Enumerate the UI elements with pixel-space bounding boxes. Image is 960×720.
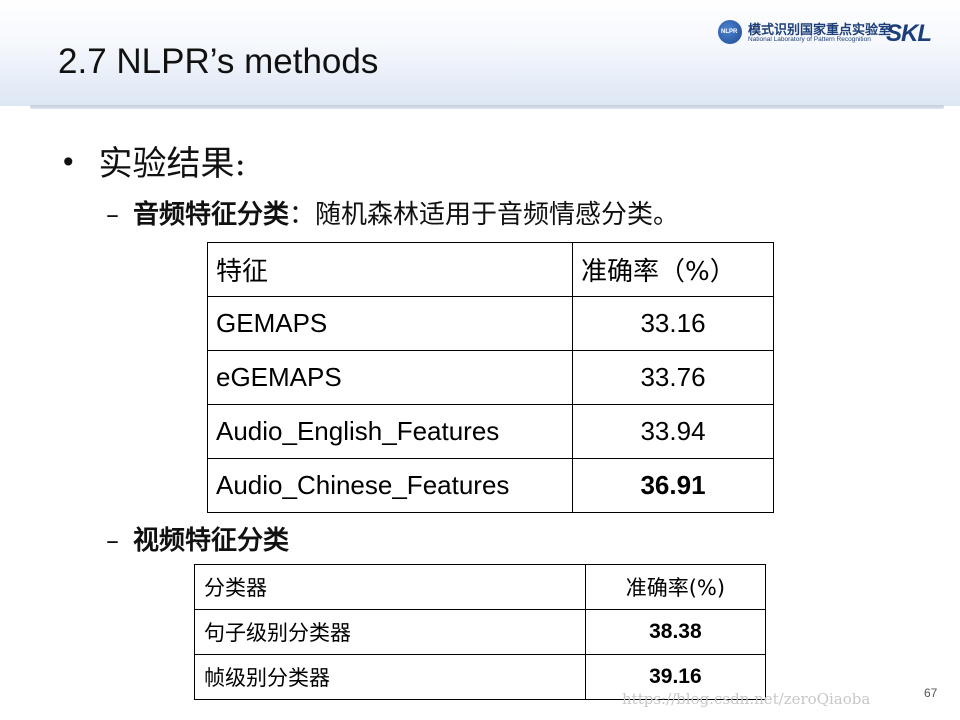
audio-results-table: 特征 准确率（%） GEMAPS 33.16 eGEMAPS 33.76 Aud… xyxy=(206,242,774,513)
logo-skl-mark: SKL xyxy=(886,20,932,47)
classifier-cell: 句子级别分类器 xyxy=(194,609,586,655)
logo-seal-icon: NLPR xyxy=(718,20,742,44)
dash-icon: – xyxy=(106,200,119,230)
table-row: eGEMAPS 33.76 xyxy=(206,350,774,405)
video-results-table: 分类器 准确率(%) 句子级别分类器 38.38 帧级别分类器 39.16 xyxy=(194,564,767,700)
table-header-row: 特征 准确率（%） xyxy=(206,242,774,297)
table-header-row: 分类器 准确率(%) xyxy=(194,564,767,610)
accuracy-cell: 33.94 xyxy=(572,404,774,459)
audio-subbullet: – 音频特征分类：随机森林适用于音频情感分类。 xyxy=(106,194,679,231)
audio-subbullet-rest: ：随机森林适用于音频情感分类。 xyxy=(289,200,680,230)
video-subbullet-bold: 视频特征分类 xyxy=(133,526,290,556)
accuracy-cell: 38.38 xyxy=(584,609,767,655)
logo-english-name: National Laboratory of Pattern Recogniti… xyxy=(748,36,871,43)
watermark: https://blog.csdn.net/zeroQiaoba xyxy=(622,690,871,708)
bullet-results-text: 实验结果: xyxy=(98,144,246,184)
classifier-cell: 帧级别分类器 xyxy=(194,654,586,700)
lab-logo: NLPR 模式识别国家重点实验室 National Laboratory of … xyxy=(718,18,948,48)
header-divider xyxy=(30,105,944,109)
feature-cell: GEMAPS xyxy=(206,296,574,351)
accuracy-cell: 33.76 xyxy=(572,350,774,405)
feature-cell: Audio_English_Features xyxy=(206,404,574,459)
page-number: 67 xyxy=(924,686,938,700)
table-row: GEMAPS 33.16 xyxy=(206,296,774,351)
dash-icon: – xyxy=(106,526,119,556)
bullet-dot-icon: • xyxy=(60,146,77,179)
table-row: 句子级别分类器 38.38 xyxy=(194,609,767,655)
feature-cell: eGEMAPS xyxy=(206,350,574,405)
audio-subbullet-bold: 音频特征分类 xyxy=(133,200,290,230)
header-cell-accuracy: 准确率（%） xyxy=(572,242,774,297)
video-subbullet: – 视频特征分类 xyxy=(106,520,289,557)
logo-seal-text: NLPR xyxy=(721,29,738,35)
table-row: Audio_English_Features 33.94 xyxy=(206,404,774,459)
accuracy-cell: 33.16 xyxy=(572,296,774,351)
slide-title: 2.7 NLPR’s methods xyxy=(58,42,379,81)
header-cell-classifier: 分类器 xyxy=(194,564,586,610)
bullet-results: • 实验结果: xyxy=(60,136,246,185)
feature-cell: Audio_Chinese_Features xyxy=(206,458,574,513)
accuracy-cell-best: 36.91 xyxy=(572,458,774,513)
header-cell-feature: 特征 xyxy=(206,242,574,297)
table-row: Audio_Chinese_Features 36.91 xyxy=(206,458,774,513)
header-cell-accuracy: 准确率(%) xyxy=(584,564,767,610)
